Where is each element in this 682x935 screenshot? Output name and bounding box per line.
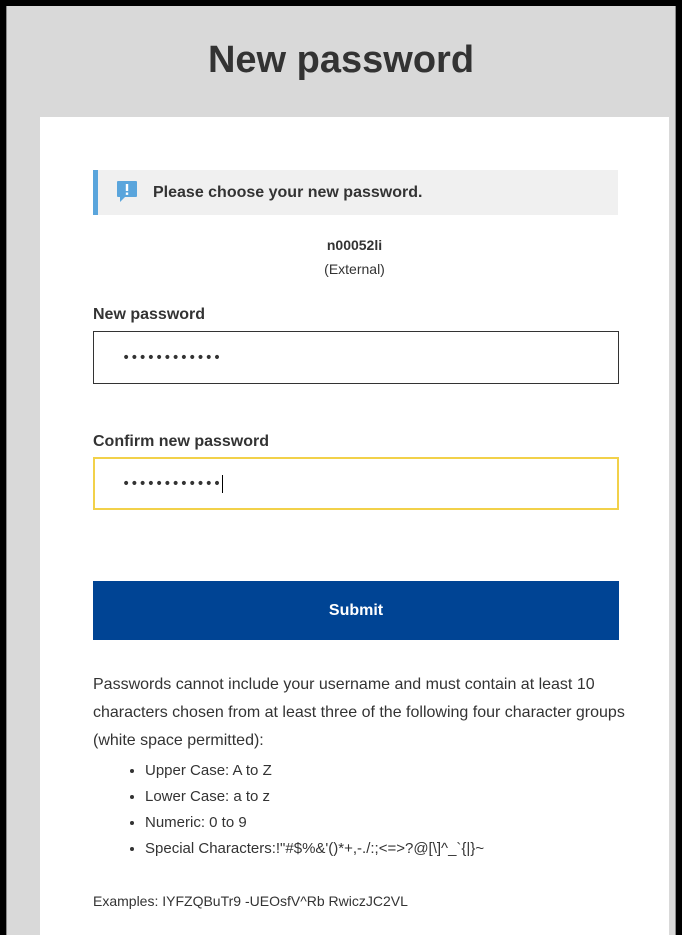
confirm-password-label: Confirm new password bbox=[93, 433, 270, 450]
page-title: New password bbox=[207, 39, 475, 81]
new-password-input[interactable]: •••••••••••• bbox=[93, 331, 619, 384]
password-rules-list: Upper Case: A to Z Lower Case: a to z Nu… bbox=[93, 758, 682, 862]
list-item: Lower Case: a to z bbox=[145, 784, 682, 810]
text-caret bbox=[222, 474, 224, 493]
window-frame-top bbox=[0, 0, 682, 6]
list-item: Special Characters:!"#$%&'()*+,-./:;<=>?… bbox=[145, 836, 682, 862]
user-type: (External) bbox=[324, 261, 385, 277]
exclamation-speech-bubble-icon bbox=[116, 180, 138, 204]
new-password-label: New password bbox=[93, 306, 206, 323]
info-banner: Please choose your new password. bbox=[93, 170, 618, 215]
info-banner-message: Please choose your new password. bbox=[153, 184, 423, 201]
password-rules-intro: Passwords cannot include your username a… bbox=[93, 676, 625, 749]
list-item: Numeric: 0 to 9 bbox=[145, 810, 682, 836]
confirm-password-input[interactable]: •••••••••••• bbox=[93, 457, 619, 510]
username: n00052li bbox=[326, 237, 383, 253]
submit-button[interactable]: Submit bbox=[93, 581, 619, 640]
new-password-masked-value: •••••••••••• bbox=[122, 349, 222, 366]
password-examples: Examples: IYFZQBuTr9 -UEOsfV^Rb RwiczJC2… bbox=[93, 893, 408, 909]
password-card: Please choose your new password. n00052l… bbox=[40, 117, 669, 935]
confirm-password-masked-value: •••••••••••• bbox=[122, 475, 222, 492]
list-item: Upper Case: A to Z bbox=[145, 758, 682, 784]
window-frame-inner-left bbox=[6, 6, 7, 935]
